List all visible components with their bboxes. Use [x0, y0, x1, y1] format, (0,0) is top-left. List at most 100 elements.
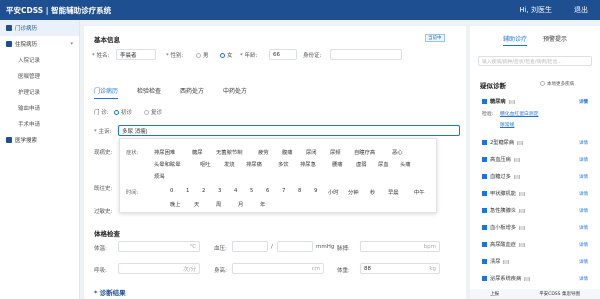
diagnosis-item[interactable]: 血小板增多 详情	[482, 224, 592, 231]
time-chip[interactable]: 早晨	[388, 188, 399, 196]
time-chip[interactable]: 1	[186, 188, 189, 194]
time-chip[interactable]: 7	[282, 188, 285, 194]
sidebar-item-surgery[interactable]: 手术申请	[0, 116, 79, 132]
exam-title: 体格检查	[94, 230, 120, 238]
tab-warnings[interactable]: 预警提示	[543, 34, 567, 46]
report-button[interactable]: 上报	[490, 291, 499, 297]
tab-assist-diagnosis[interactable]: 辅助诊疗	[502, 34, 527, 46]
time-chip[interactable]: 4	[234, 188, 237, 194]
time-chip[interactable]: 9	[314, 188, 317, 194]
sidebar-group-outpatient[interactable]: 门诊病历	[0, 20, 79, 36]
sidebar-group-search[interactable]: 医学搜索	[0, 132, 79, 148]
assist-tabs: 辅助诊疗 预警提示	[470, 34, 600, 46]
time-chip[interactable]: 8	[298, 188, 301, 194]
diagnosis-item[interactable]: 急性胰腺炎 详情	[482, 207, 592, 214]
radio-icon	[196, 53, 201, 58]
time-chip[interactable]: 中午	[414, 188, 425, 196]
symptom-chip[interactable]: 疲劳	[258, 148, 269, 156]
symptom-chip[interactable]: 虚弱	[356, 160, 367, 168]
temp-unit: °C	[189, 243, 196, 250]
diagnosis-item[interactable]: 甲状腺机能 详情	[482, 190, 592, 197]
sidebar-item-nursing[interactable]: 护理记录	[0, 84, 79, 100]
symptom-chip[interactable]: 头晕和眩晕	[154, 160, 181, 168]
time-chip[interactable]: 0	[170, 188, 173, 194]
diagnosis-item[interactable]: 溃尿 详情	[482, 258, 592, 265]
symptom-chip[interactable]: 烦渴	[154, 172, 165, 180]
checkbox-icon	[482, 140, 487, 145]
symptom-chip[interactable]: 无菌脓节制	[216, 148, 243, 156]
check-link[interactable]: 糖化血红蛋白测定	[500, 110, 538, 117]
visit-return-radio[interactable]: 复诊	[144, 108, 162, 116]
diagnosis-item[interactable]: 2型糖尿病 详情	[482, 139, 592, 146]
diagnosis-item[interactable]: 糖尿病 详情	[482, 98, 592, 105]
sidebar-item-orders[interactable]: 医嘱管理	[0, 68, 79, 84]
sidebar-group-inpatient[interactable]: 住院病历 ▾	[0, 36, 79, 52]
complaint-input[interactable]: 多尿 消瘦|	[118, 125, 460, 136]
symptom-chip[interactable]: 尿频	[330, 148, 341, 156]
tab-chinese-rx[interactable]: 中药处方	[223, 86, 247, 99]
sidebar-group-label: 医学搜索	[15, 138, 38, 144]
symptom-chip[interactable]: 排尿急	[300, 160, 316, 168]
symptom-chip[interactable]: 尿血	[378, 160, 389, 168]
symptom-chip[interactable]: 自瞳疗高	[354, 148, 375, 156]
symptom-chip[interactable]: 排尿困难	[154, 148, 175, 156]
symptom-chip[interactable]: 腰痛	[332, 160, 343, 168]
pulse-label: 脉搏:	[337, 246, 350, 252]
symptom-chip[interactable]: 糖尿	[192, 148, 203, 156]
diagnosis-item[interactable]: 高血压病 详情	[482, 156, 592, 163]
visit-label: 门 诊:	[94, 110, 109, 116]
sidebar-item-admission[interactable]: 入院记录	[0, 52, 79, 68]
time-chip[interactable]: 分钟	[348, 188, 359, 196]
tab-outpatient-record[interactable]: 门诊病历	[94, 86, 119, 99]
time-chip[interactable]: 2	[202, 188, 205, 194]
gender-male-radio[interactable]: 男	[196, 51, 209, 59]
time-chip[interactable]: 5	[250, 188, 253, 194]
age-field[interactable]: 66	[269, 49, 297, 60]
bp-systolic-field[interactable]	[232, 241, 268, 252]
symptom-chip[interactable]: 尿闭	[306, 148, 317, 156]
name-field[interactable]: 李晨者	[116, 49, 156, 60]
symptom-chip[interactable]: 呕吐	[200, 160, 211, 168]
time-chip[interactable]: 6	[266, 188, 269, 194]
diagnosis-item[interactable]: 泌尿系统疾病 详情	[482, 275, 592, 282]
symptom-chip[interactable]: 多饮	[278, 160, 289, 168]
id-field[interactable]	[330, 49, 402, 60]
diagnosis-item[interactable]: 高尿酸血症 详情	[482, 241, 592, 248]
time-chip[interactable]: 晚上	[170, 200, 181, 208]
temp-field[interactable]: °C	[118, 241, 200, 252]
time-chip[interactable]: 3	[218, 188, 221, 194]
assist-search-input[interactable]: 输入疾病/病种/症状/检查/病例/检验...	[478, 56, 592, 66]
diagnosis-item[interactable]: 血糖过多 详情	[482, 173, 592, 180]
symptom-chip[interactable]: 发烧	[224, 160, 235, 168]
time-chip[interactable]: 天	[194, 200, 199, 208]
height-field[interactable]: cm	[232, 263, 324, 274]
show-more-toggle[interactable]: 本地更多疾病	[540, 81, 574, 87]
tab-western-rx[interactable]: 西药处方	[180, 86, 204, 99]
age-label: * 年龄:	[240, 53, 258, 59]
chevron-down-icon: ▾	[70, 41, 73, 47]
time-chip[interactable]: 秒	[370, 188, 375, 196]
symptom-chip[interactable]: 腹痛	[282, 148, 293, 156]
time-chip[interactable]: 周	[216, 200, 221, 208]
checkbox-icon	[482, 225, 487, 230]
gender-female-radio[interactable]: 女	[220, 51, 233, 59]
history-label: 现病史:	[94, 150, 113, 156]
sidebar-group-label: 门诊病历	[15, 26, 38, 32]
time-chip[interactable]: 小时	[328, 188, 339, 196]
pulse-field[interactable]: bpm	[360, 241, 440, 252]
symptom-chip[interactable]: 恶心	[392, 148, 403, 156]
symptom-chip[interactable]: 排尿痛	[246, 160, 262, 168]
resp-field[interactable]: 次/分	[118, 263, 200, 274]
time-chip[interactable]: 年	[260, 200, 265, 208]
visit-first-radio[interactable]: 初诊	[114, 108, 132, 116]
height-label: 身高:	[214, 268, 227, 274]
logout-link[interactable]: 退出	[574, 5, 588, 15]
tab-lab-tests[interactable]: 检验检查	[137, 86, 161, 99]
time-chip[interactable]: 月	[238, 200, 243, 208]
symptom-chip[interactable]: 头痛	[400, 160, 411, 168]
sidebar-item-transfusion[interactable]: 输血申请	[0, 100, 79, 116]
bp-diastolic-field[interactable]	[277, 241, 313, 252]
mindmap-link[interactable]: 平安CDSS 集思导图	[539, 291, 580, 297]
check-link[interactable]: 尿常规	[500, 121, 514, 128]
weight-field[interactable]: 88 kg	[360, 263, 440, 274]
